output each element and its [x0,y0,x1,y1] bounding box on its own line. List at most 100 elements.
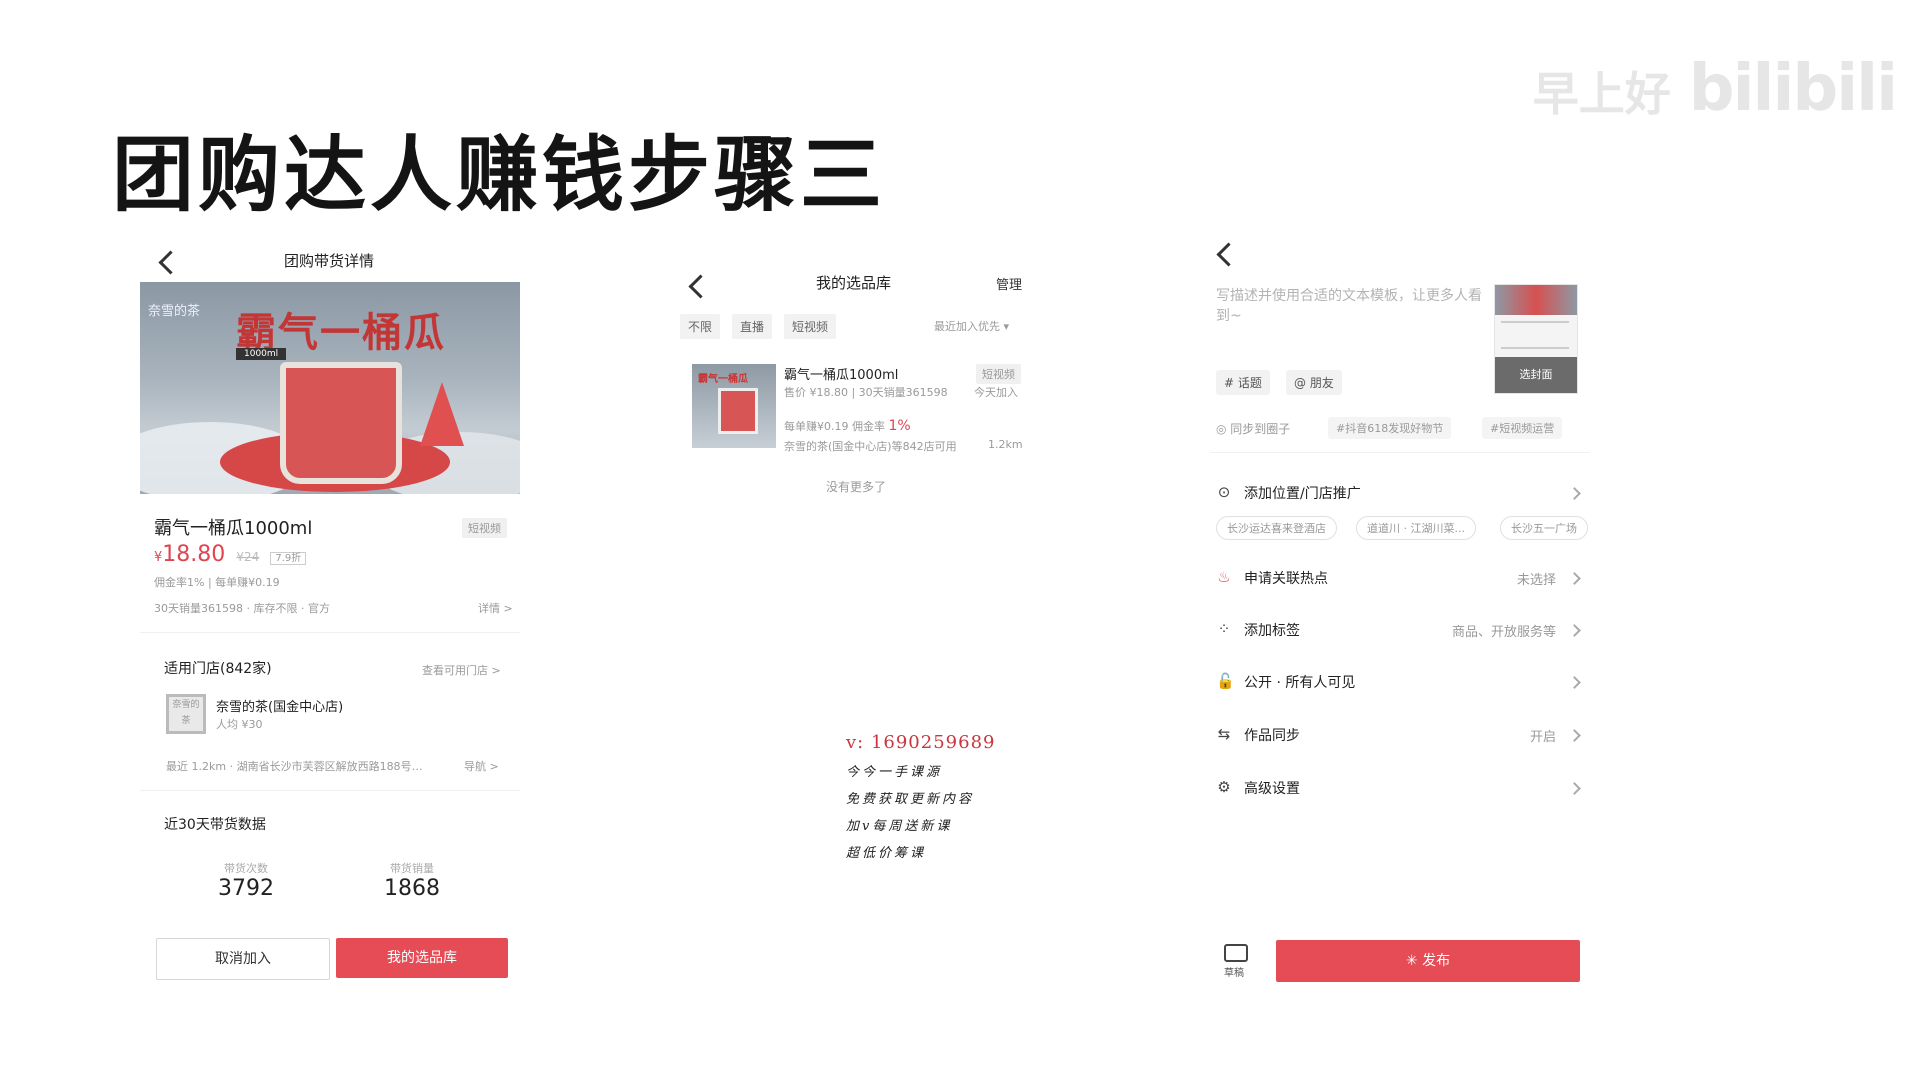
discount-badge: 7.9折 [270,552,307,565]
settings-icon: ⚙ [1217,778,1231,796]
topic-chip[interactable]: #短视频运营 [1482,417,1563,439]
promo-line: 免费获取更新内容 [846,792,975,807]
promo-line: 加v每周送新课 [846,819,953,834]
stat-value: 1868 [384,876,440,901]
divider [140,790,520,791]
sales-line: 30天销量361598 · 库存不限 · 官方 [154,602,330,615]
location-chip[interactable]: 道道川 · 江湖川菜... [1356,516,1476,540]
select-cover-button[interactable]: 选封面 [1495,357,1577,393]
description-input[interactable]: 写描述并使用合适的文本模板，让更多人看到~ [1216,286,1488,326]
earn-text: 每单赚¥0.19 佣金率 [784,420,885,433]
hero-cup [280,362,402,484]
sales-data-title: 近30天带货数据 [164,817,266,833]
cover-text-lines [1501,321,1569,349]
mention-friend-button[interactable]: @ 朋友 [1286,370,1342,395]
watermark-text: 早上好 [1532,67,1671,121]
header-title: 我的选品库 [816,274,892,292]
back-arrow-icon[interactable] [158,250,183,275]
tag-grid-icon: ⁘ [1217,620,1231,638]
store-avg-price: 人均 ¥30 [216,718,263,731]
location-chip[interactable]: 长沙运达喜来登酒店 [1216,516,1337,540]
store-name[interactable]: 奈雪的茶(国金中心店) [216,696,343,715]
divider [140,632,520,633]
publish-panel: 写描述并使用合适的文本模板，让更多人看到~ 选封面 # 话题 @ 朋友 ◎ 同步… [1210,238,1590,998]
price-row: ¥18.80 ¥24 7.9折 [154,542,307,567]
cancel-add-button[interactable]: 取消加入 [156,938,330,980]
original-price: ¥24 [236,550,260,564]
location-pin-icon: ⊙ [1217,483,1231,501]
item-added: 今天加入 [974,386,1018,399]
video-tag: 短视频 [976,364,1021,384]
stat-label: 带货销量 [390,862,434,875]
back-arrow-icon[interactable] [688,274,713,299]
publish-label: 发布 [1422,953,1451,969]
sort-dropdown[interactable]: 最近加入优先 ▾ [934,318,1009,334]
add-location-row[interactable]: 添加位置/门店推广 [1244,483,1361,503]
stat-value: 3792 [218,876,274,901]
hot-topic-value: 未选择 [1516,573,1556,588]
bilibili-logo: bilibili [1688,52,1898,126]
visibility-row[interactable]: 公开 · 所有人可见 [1244,672,1355,692]
hot-topic-row[interactable]: 申请关联热点 [1244,568,1328,588]
manage-button[interactable]: 管理 [996,274,1022,293]
watermark: 早上好 bilibili [1532,52,1898,126]
work-sync-value: 开启 [1529,730,1556,745]
chevron-right-icon[interactable] [1568,676,1581,689]
back-arrow-icon[interactable] [1216,242,1241,267]
sync-circle[interactable]: ◎ 同步到圈子 [1216,420,1290,437]
selection-library-panel: 我的选品库 管理 不限 直播 短视频 最近加入优先 ▾ 霸气一桶瓜 霸气一桶瓜1… [680,270,1040,730]
stores-title: 适用门店(842家) [164,661,272,677]
thumb-cup [718,388,758,434]
view-stores-link[interactable]: 查看可用门店 > [422,662,501,678]
header-title: 团购带货详情 [284,252,375,270]
item-distance: 1.2km [988,438,1023,451]
topic-button[interactable]: # 话题 [1216,370,1270,395]
location-chip[interactable]: 长沙五一广场 [1500,516,1588,540]
add-tag-row[interactable]: 添加标签 [1244,620,1300,640]
product-hero-image: 奈雪的茶 霸气一桶瓜 1000ml [140,282,520,494]
chevron-right-icon[interactable] [1568,782,1581,795]
lock-icon: 🔓 [1216,672,1235,690]
store-thumbnail: 奈雪的茶 [166,694,206,734]
item-store-line: 奈雪的茶(国金中心店)等842店可用 [784,440,957,453]
promo-contact: v: 1690259689 [846,732,996,753]
promo-line: 今今一手课源 [846,765,943,780]
promo-line: 超低价筹课 [846,846,927,861]
hero-sail [420,382,464,446]
item-price-line: 售价 ¥18.80 | 30天销量361598 [784,386,948,399]
my-library-button[interactable]: 我的选品库 [336,938,508,978]
slide-title: 团购达人赚钱步骤三 [112,128,887,223]
item-name[interactable]: 霸气一桶瓜1000ml [784,364,898,383]
add-tag-value: 商品、开放服务等 [1451,625,1556,640]
product-name: 霸气一桶瓜1000ml [154,518,313,539]
chevron-right-icon[interactable] [1568,572,1581,585]
draft-icon[interactable] [1224,944,1248,962]
publish-button[interactable]: ✳ 发布 [1276,940,1580,982]
cover-preview[interactable]: 选封面 [1494,284,1578,394]
filter-live[interactable]: 直播 [732,314,773,339]
topic-chip[interactable]: #抖音618发现好物节 [1328,417,1452,439]
divider [1210,452,1590,453]
commission-rate: 1% [888,418,911,434]
sync-icon: ⇆ [1217,725,1231,743]
advanced-settings-row[interactable]: 高级设置 [1244,778,1300,798]
filter-short-video[interactable]: 短视频 [784,314,837,339]
hot-topic-icon: ♨ [1217,568,1231,586]
hero-brand: 奈雪的茶 [148,304,201,319]
navigate-link[interactable]: 导航 > [464,758,499,774]
work-sync-row[interactable]: 作品同步 [1244,725,1300,745]
video-tag: 短视频 [462,518,507,538]
chevron-right-icon[interactable] [1568,487,1581,500]
group-buy-detail-panel: 团购带货详情 奈雪的茶 霸气一桶瓜 1000ml 霸气一桶瓜1000ml 短视频… [140,240,520,1000]
store-address: 最近 1.2km · 湖南省长沙市芙蓉区解放西路188号九... [166,760,426,773]
item-thumbnail[interactable]: 霸气一桶瓜 [692,364,776,448]
cover-image [1495,285,1577,315]
thumb-title: 霸气一桶瓜 [698,374,748,385]
item-earn-line: 每单赚¥0.19 佣金率 1% [784,418,911,434]
details-link[interactable]: 详情 > [478,600,513,616]
draft-label: 草稿 [1224,968,1244,979]
chevron-right-icon[interactable] [1568,624,1581,637]
filter-all[interactable]: 不限 [680,314,721,339]
promo-overlay: v: 1690259689 今今一手课源 免费获取更新内容 加v每周送新课 超低… [846,732,995,861]
chevron-right-icon[interactable] [1568,729,1581,742]
